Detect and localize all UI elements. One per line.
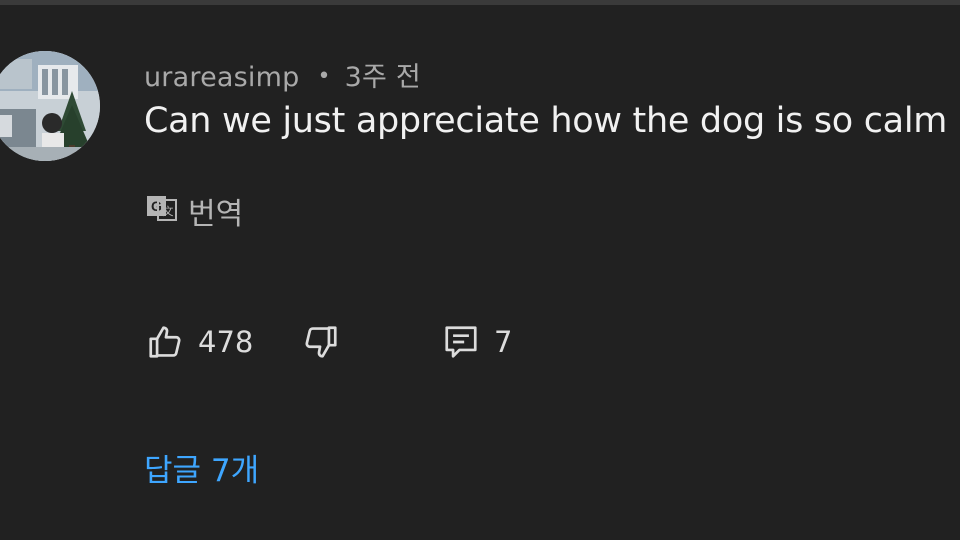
thumbs-down-icon	[302, 323, 340, 361]
dislike-button[interactable]	[302, 323, 340, 361]
avatar[interactable]	[0, 51, 100, 161]
username[interactable]: urareasimp	[144, 62, 299, 93]
translate-button[interactable]: G 文 번역	[146, 189, 243, 233]
separator-dot: •	[317, 64, 331, 89]
timestamp[interactable]: 3주 전	[345, 62, 421, 93]
avatar-image	[0, 51, 100, 161]
translate-label: 번역	[188, 197, 244, 232]
thumbs-up-icon	[146, 323, 184, 361]
comment-meta: urareasimp • 3주 전	[144, 55, 421, 94]
like-button[interactable]: 478	[146, 323, 253, 361]
translate-icon: G 文	[146, 192, 178, 230]
comment-card: urareasimp • 3주 전 Can we just appreciate h…	[0, 0, 960, 540]
reply-button[interactable]: 7	[442, 323, 512, 361]
svg-text:文: 文	[163, 204, 174, 218]
comment-text: Can we just appreciate how the dog is so…	[144, 101, 948, 141]
comment-actions: 478 7	[146, 323, 566, 371]
reply-count: 7	[494, 325, 513, 359]
like-count: 478	[198, 325, 254, 359]
view-replies-button[interactable]: 답글 7개	[144, 445, 259, 490]
reply-comment-icon	[442, 323, 480, 361]
